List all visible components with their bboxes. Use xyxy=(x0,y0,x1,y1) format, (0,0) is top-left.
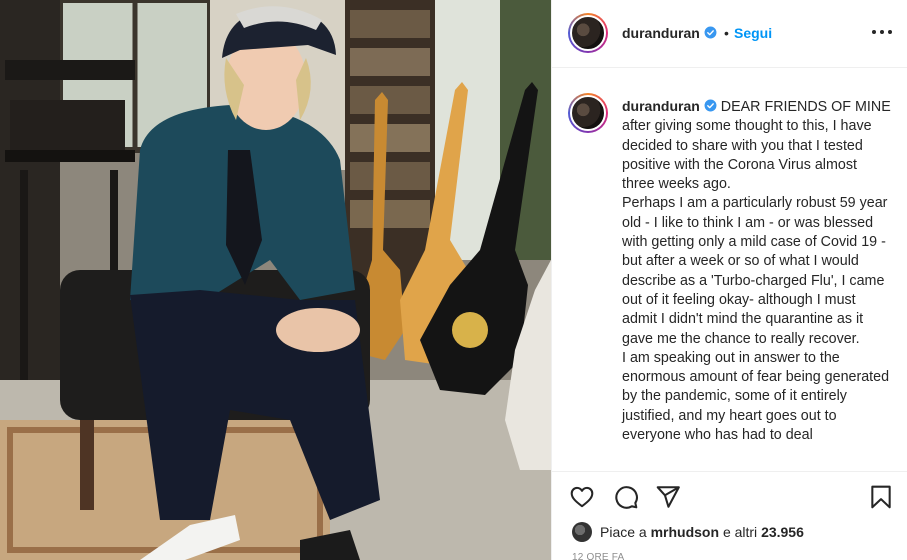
post-photo[interactable] xyxy=(0,0,551,560)
post-caption: duranduran DEAR FRIENDS OF MINE after gi… xyxy=(622,97,892,445)
verified-badge-icon xyxy=(704,26,717,39)
follow-button[interactable]: Segui xyxy=(734,25,772,41)
caption-paragraph: I am speaking out in answer to the enorm… xyxy=(622,349,890,444)
more-options-icon[interactable] xyxy=(872,22,892,42)
post-actions-bar xyxy=(552,471,907,515)
paper-plane-icon[interactable] xyxy=(655,484,683,512)
post-header: duranduran • Segui xyxy=(552,0,907,68)
post-timestamp[interactable]: 12 ORE FA xyxy=(572,552,624,560)
liker-avatar[interactable] xyxy=(572,522,592,542)
author-avatar[interactable] xyxy=(568,13,608,53)
follow-separator: • xyxy=(724,25,729,41)
comment-icon[interactable] xyxy=(613,484,641,512)
likes-middle: e altri xyxy=(722,524,758,540)
likes-count[interactable]: 23.956 xyxy=(761,524,804,540)
verified-badge-icon xyxy=(704,99,717,112)
caption-author-avatar[interactable] xyxy=(568,93,608,133)
likes-prefix: Piace a xyxy=(600,524,647,540)
liker-username[interactable]: mrhudson xyxy=(651,524,719,540)
caption-section: duranduran DEAR FRIENDS OF MINE after gi… xyxy=(552,69,907,471)
caption-username[interactable]: duranduran xyxy=(622,98,717,114)
caption-paragraph: duranduran DEAR FRIENDS OF MINE after gi… xyxy=(622,98,891,193)
post-side-panel: duranduran • Segui duranduran DEAR FRIEN… xyxy=(551,0,907,560)
post-photo-illustration xyxy=(0,0,551,560)
likes-summary: Piace a mrhudson e altri 23.956 xyxy=(572,520,804,544)
author-username[interactable]: duranduran xyxy=(622,25,717,41)
bookmark-icon[interactable] xyxy=(868,484,896,512)
heart-icon[interactable] xyxy=(569,484,597,512)
caption-paragraph: Perhaps I am a particularly robust 59 ye… xyxy=(622,195,888,347)
